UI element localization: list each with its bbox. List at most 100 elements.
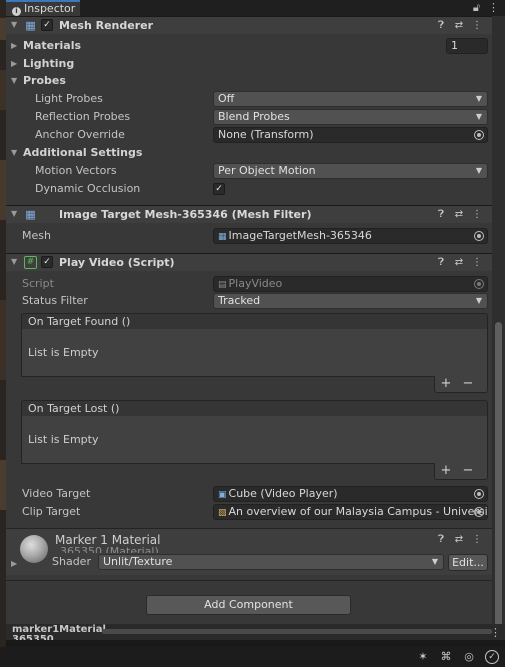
video-target-field[interactable]: ▣ Cube (Video Player) [213, 486, 488, 502]
light-probes-dropdown[interactable]: Off ▼ [213, 91, 488, 107]
preview-divider[interactable] [102, 629, 492, 634]
foldout-arrow-icon[interactable]: ▼ [11, 209, 17, 218]
add-listener-button[interactable]: + [435, 463, 457, 478]
materials-row[interactable]: ▶ Materials 1 [6, 37, 492, 55]
reflection-probes-dropdown[interactable]: Blend Probes ▼ [213, 109, 488, 125]
scan-icon[interactable]: ◎ [462, 650, 476, 664]
object-picker-icon[interactable] [474, 489, 484, 499]
help-icon[interactable]: ❓︎ [432, 531, 450, 548]
shader-label: Shader [52, 555, 91, 568]
script-row: Script ▤ PlayVideo [6, 275, 492, 293]
dropdown-arrow-icon: ▼ [431, 557, 438, 566]
status-bar: ✶ ⌘ ◎ ✓ [0, 647, 505, 667]
clip-target-field[interactable]: ▧ An overview of our Malaysia Campus - Un… [213, 504, 488, 520]
kebab-menu-icon[interactable]: ⋮ [488, 1, 499, 14]
dynamic-occlusion-checkbox[interactable]: ✓ [213, 183, 225, 195]
materials-count-field[interactable]: 1 [446, 38, 488, 54]
script-label: Script [22, 277, 54, 290]
component-menu-icon[interactable]: ⋮ [468, 206, 486, 223]
component-header-icons: ❓︎ ⇄ ⋮ [432, 17, 486, 34]
preview-bar: marker1Material 365350 ⋮ [6, 624, 505, 640]
inspector-scrollbar[interactable] [492, 16, 505, 640]
presets-icon[interactable]: ⇄ [450, 206, 468, 223]
component-menu-icon[interactable]: ⋮ [468, 254, 486, 271]
video-target-value: Cube (Video Player) [228, 487, 338, 500]
collapsed-arrow-icon[interactable]: ▶ [11, 559, 17, 568]
additional-settings-row[interactable]: ▼ Additional Settings [6, 144, 492, 162]
help-icon[interactable]: ❓︎ [432, 17, 450, 34]
mesh-field[interactable]: ▦ ImageTargetMesh-365346 [213, 228, 488, 244]
video-player-icon: ▣ [218, 490, 227, 500]
mesh-renderer-header[interactable]: ▼ ▦ ✓ Mesh Renderer ❓︎ ⇄ ⋮ [6, 16, 492, 34]
foldout-arrow-icon[interactable]: ▼ [11, 20, 17, 29]
anchor-override-label: Anchor Override [35, 128, 125, 141]
play-video-header[interactable]: ▼ # ✓ Play Video (Script) ❓︎ ⇄ ⋮ [6, 253, 492, 271]
script-asset-icon: ▤ [218, 280, 227, 290]
reflection-probes-value: Blend Probes [218, 110, 290, 123]
component-header-icons: ❓︎ ⇄ ⋮ [432, 206, 486, 223]
scrollbar-thumb[interactable] [495, 322, 502, 628]
object-picker-icon[interactable] [474, 507, 484, 517]
component-header-icons: ❓︎ ⇄ ⋮ [432, 531, 486, 548]
add-listener-button[interactable]: + [435, 376, 457, 391]
lighting-row[interactable]: ▶ Lighting [6, 55, 492, 73]
lightbulb-icon[interactable]: ⌘ [439, 650, 453, 664]
component-menu-icon[interactable]: ⋮ [468, 17, 486, 34]
video-target-label: Video Target [22, 487, 91, 500]
anchor-override-row: Anchor Override None (Transform) [6, 126, 492, 144]
probes-row[interactable]: ▼ Probes [6, 72, 492, 90]
component-menu-icon[interactable]: ⋮ [468, 531, 486, 548]
material-name: Marker 1 Material [55, 533, 161, 547]
on-target-lost-header: On Target Lost () [21, 400, 488, 417]
shader-dropdown[interactable]: Unlit/Texture ▼ [98, 554, 444, 570]
lock-icon[interactable]: 🔓︎ [473, 1, 480, 14]
anchor-override-value: None (Transform) [218, 128, 314, 141]
dynamic-occlusion-label: Dynamic Occlusion [35, 182, 141, 195]
preview-menu-icon[interactable]: ⋮ [490, 626, 501, 639]
bug-icon[interactable]: ✶ [416, 650, 430, 664]
presets-icon[interactable]: ⇄ [450, 531, 468, 548]
tab-bar: i Inspector 🔓︎ ⋮ [6, 0, 505, 16]
component-header-icons: ❓︎ ⇄ ⋮ [432, 254, 486, 271]
foldout-arrow-icon[interactable]: ▼ [11, 257, 17, 266]
script-value: PlayVideo [228, 277, 283, 290]
mesh-renderer-enabled-checkbox[interactable]: ✓ [41, 19, 53, 31]
mesh-filter-header[interactable]: ▼ ▦ Image Target Mesh-365346 (Mesh Filte… [6, 205, 492, 223]
presets-icon[interactable]: ⇄ [450, 17, 468, 34]
mesh-label: Mesh [22, 229, 51, 242]
object-picker-icon[interactable] [474, 231, 484, 241]
expanded-arrow-icon[interactable]: ▼ [11, 144, 17, 162]
collapsed-arrow-icon[interactable]: ▶ [11, 37, 17, 55]
check-circle-icon[interactable]: ✓ [485, 650, 499, 664]
expanded-arrow-icon[interactable]: ▼ [11, 72, 17, 90]
info-icon: i [12, 7, 21, 16]
remove-listener-button[interactable]: − [457, 463, 479, 478]
video-clip-icon: ▧ [218, 508, 227, 518]
dropdown-arrow-icon: ▼ [475, 112, 482, 121]
presets-icon[interactable]: ⇄ [450, 254, 468, 271]
script-icon: # [24, 256, 37, 269]
remove-listener-button[interactable]: − [457, 376, 479, 391]
reflection-probes-label: Reflection Probes [35, 110, 131, 123]
light-probes-row: Light Probes Off ▼ [6, 90, 492, 108]
collapsed-arrow-icon[interactable]: ▶ [11, 55, 17, 73]
add-component-button[interactable]: Add Component [146, 595, 351, 615]
object-picker-icon[interactable] [474, 130, 484, 140]
status-filter-dropdown[interactable]: Tracked ▼ [213, 293, 488, 309]
help-icon[interactable]: ❓︎ [432, 254, 450, 271]
separator [6, 580, 492, 581]
script-field: ▤ PlayVideo [213, 276, 488, 292]
light-probes-value: Off [218, 92, 235, 105]
mesh-renderer-icon: ▦ [25, 19, 36, 32]
anchor-override-field[interactable]: None (Transform) [213, 127, 488, 143]
edit-shader-button[interactable]: Edit... [448, 554, 488, 571]
tab-inspector[interactable]: i Inspector [6, 0, 80, 16]
help-icon[interactable]: ❓︎ [432, 206, 450, 223]
dropdown-arrow-icon: ▼ [475, 296, 482, 305]
materials-label: Materials [23, 39, 82, 52]
play-video-enabled-checkbox[interactable]: ✓ [41, 256, 53, 268]
dropdown-arrow-icon: ▼ [475, 94, 482, 103]
reflection-probes-row: Reflection Probes Blend Probes ▼ [6, 108, 492, 126]
motion-vectors-dropdown[interactable]: Per Object Motion ▼ [213, 163, 488, 179]
play-video-title: Play Video (Script) [59, 256, 175, 269]
